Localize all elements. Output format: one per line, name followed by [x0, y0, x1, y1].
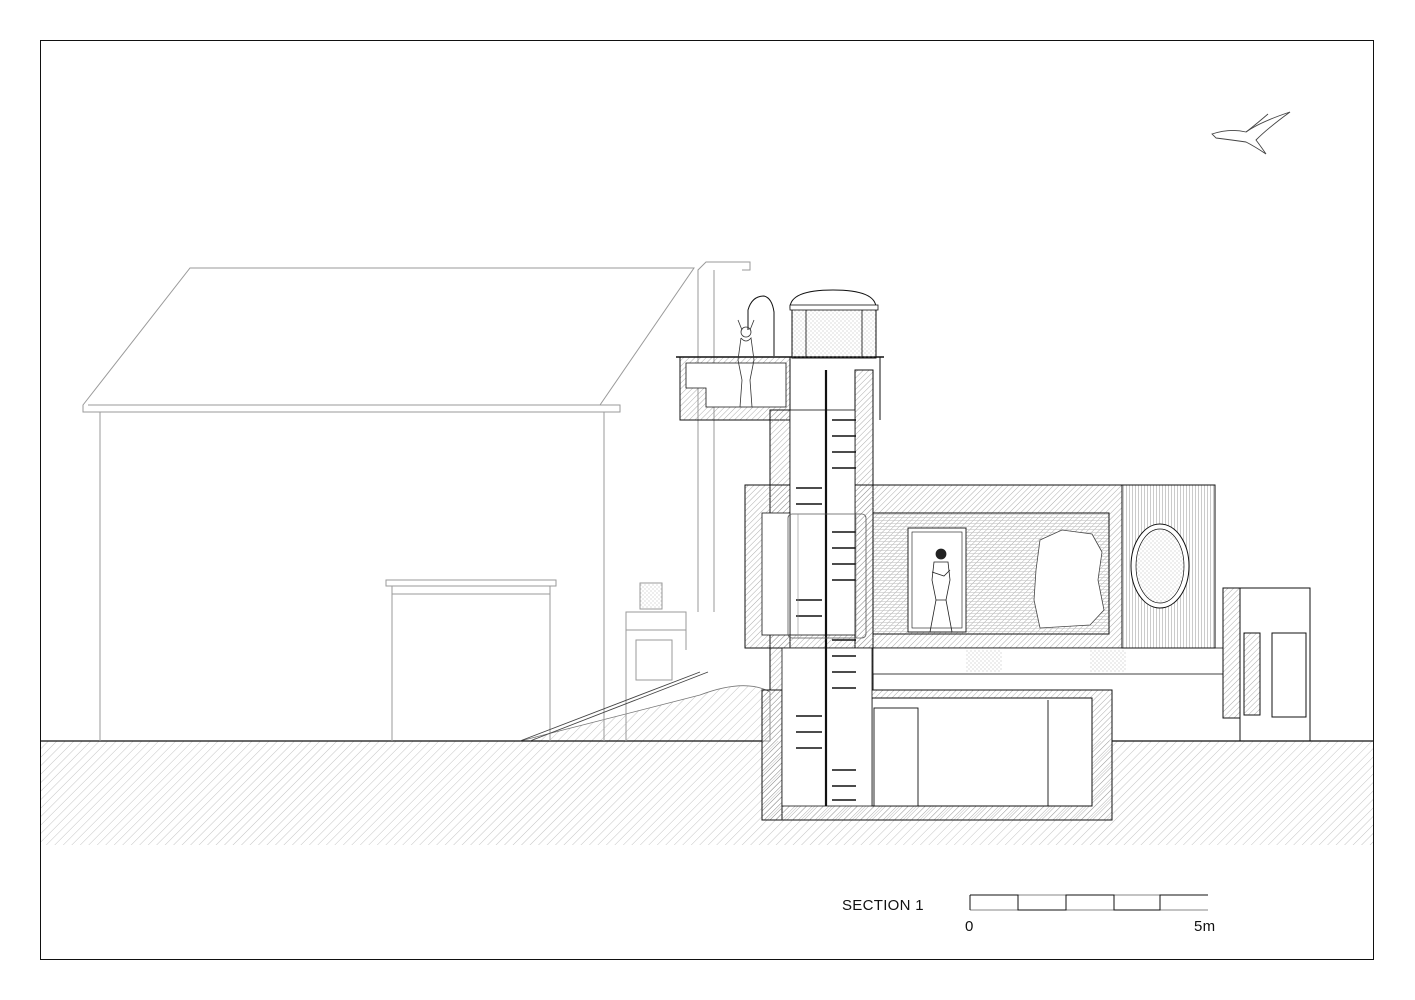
ground [41, 685, 1373, 845]
rooftop-lantern [789, 289, 879, 359]
right-building [1222, 587, 1311, 741]
ground-hatch [41, 741, 1373, 845]
scale-start-label: 0 [965, 918, 974, 935]
scale-bar [969, 894, 1208, 911]
section-title: SECTION 1 [842, 897, 924, 914]
ramp-mound [519, 685, 771, 742]
scale-end-label: 5m [1194, 918, 1216, 935]
clad-volume [1121, 484, 1216, 649]
seagull [1211, 111, 1291, 155]
section-drawing [40, 40, 1374, 960]
neighbouring-house [82, 261, 751, 741]
